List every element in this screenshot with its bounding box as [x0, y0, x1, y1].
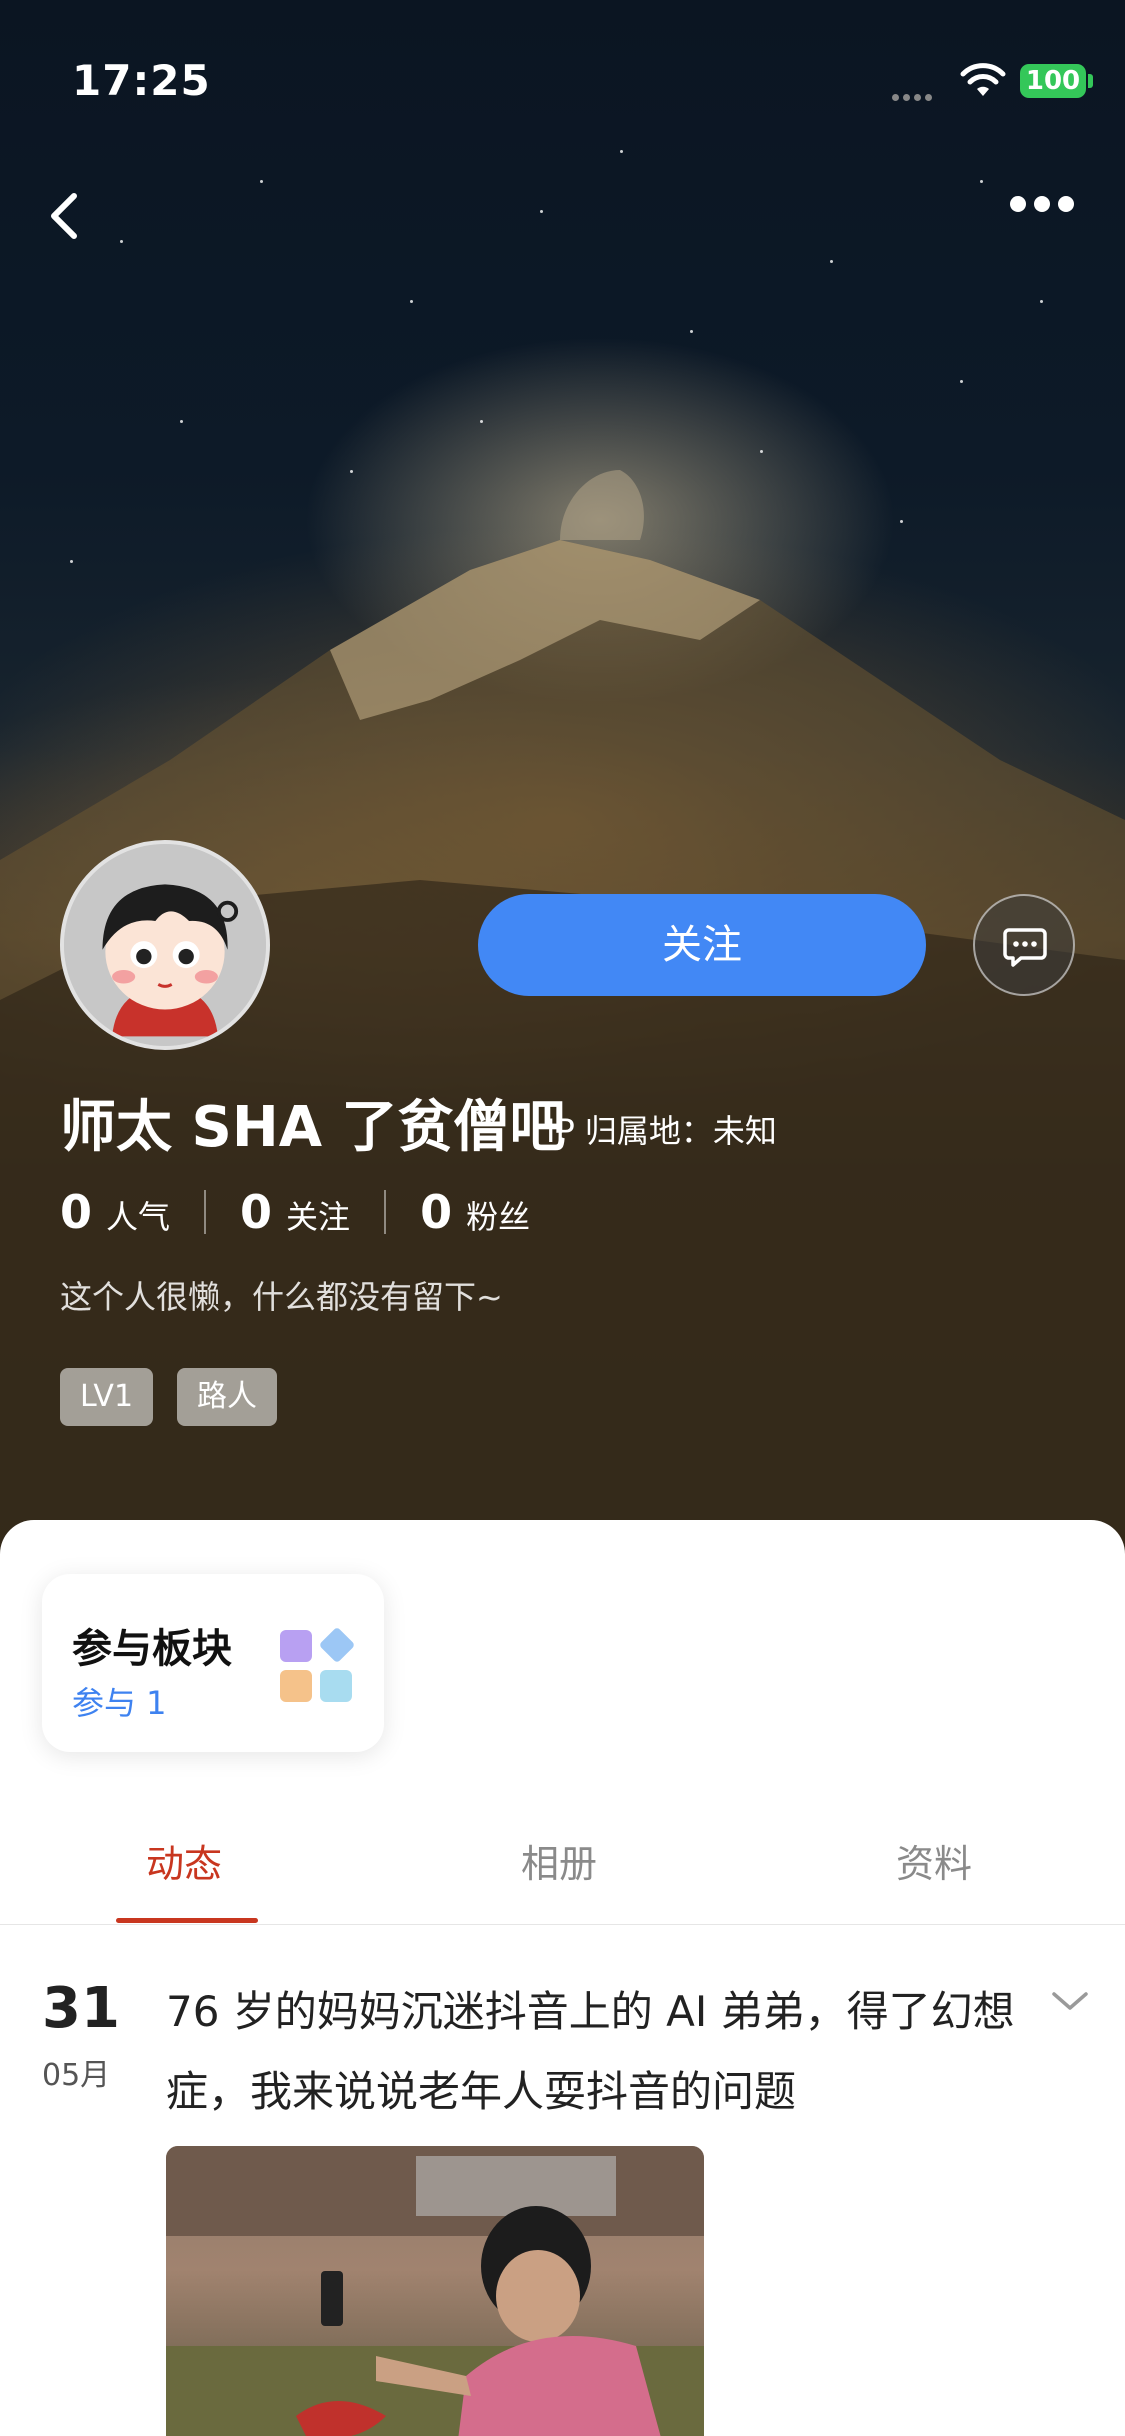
stat-following[interactable]: 0 关注 [240, 1185, 350, 1239]
profile-stats: 0 人气 0 关注 0 粉丝 [60, 1185, 530, 1239]
stat-value: 0 [240, 1185, 273, 1239]
profile-tabs: 动态 相册 资料 [0, 1804, 1125, 1925]
stat-value: 0 [420, 1185, 453, 1239]
follow-button[interactable]: 关注 [478, 894, 926, 996]
tab-feed[interactable]: 动态 [146, 1804, 222, 1924]
mountain-illustration [0, 470, 1125, 1560]
content-sheet: 参与板块 参与 1 动态 相册 资料 31 05月 76 岁的妈妈沉迷抖音上的 … [0, 1520, 1125, 2436]
profile-page: 17:25 100 关注 师太 SHA 了贫僧吧 IP 归属地：未知 0 人气 … [0, 0, 1125, 2436]
post-thumbnail[interactable] [166, 2146, 704, 2436]
board-card-title: 参与板块 [72, 1626, 232, 1672]
cover-image [0, 0, 1125, 1560]
joined-boards-card[interactable]: 参与板块 参与 1 [42, 1574, 384, 1752]
user-tags: LV1 路人 [60, 1368, 301, 1426]
username: 师太 SHA 了贫僧吧 [60, 1095, 566, 1160]
chat-bubble-icon[interactable] [973, 894, 1075, 996]
post-title[interactable]: 76 岁的妈妈沉迷抖音上的 AI 弟弟，得了幻想症，我来说说老年人耍抖音的问题 [166, 1972, 1026, 2132]
battery-indicator: 100 [1020, 64, 1086, 98]
more-dots-icon[interactable] [1010, 196, 1090, 236]
board-grid-icon [280, 1628, 354, 1702]
stat-value: 0 [60, 1185, 93, 1239]
stat-label: 粉丝 [466, 1198, 531, 1236]
back-arrow-icon[interactable] [36, 186, 96, 246]
role-badge: 路人 [177, 1368, 278, 1426]
ip-location: IP 归属地：未知 [546, 1112, 777, 1150]
tab-info[interactable]: 资料 [896, 1804, 972, 1924]
status-time: 17:25 [72, 56, 211, 105]
battery-tip [1088, 74, 1093, 88]
stat-label: 人气 [106, 1198, 171, 1236]
divider [384, 1190, 387, 1234]
post-date-day: 31 [42, 1976, 120, 2041]
board-card-count: 参与 1 [72, 1684, 167, 1722]
stat-popularity[interactable]: 0 人气 [60, 1185, 170, 1239]
divider [204, 1190, 207, 1234]
signal-icon [892, 86, 944, 101]
stat-fans[interactable]: 0 粉丝 [420, 1185, 530, 1239]
active-tab-indicator [116, 1918, 258, 1923]
level-badge: LV1 [60, 1368, 154, 1426]
stat-label: 关注 [286, 1198, 351, 1236]
avatar[interactable] [60, 840, 270, 1050]
feed-post[interactable]: 31 05月 76 岁的妈妈沉迷抖音上的 AI 弟弟，得了幻想症，我来说说老年人… [0, 1934, 1125, 2436]
chevron-down-icon[interactable] [1050, 1986, 1090, 2016]
bio-text: 这个人很懒，什么都没有留下~ [60, 1278, 503, 1316]
wifi-icon [960, 63, 1006, 96]
post-date-month: 05月 [42, 2058, 111, 2093]
tab-album[interactable]: 相册 [521, 1804, 597, 1924]
